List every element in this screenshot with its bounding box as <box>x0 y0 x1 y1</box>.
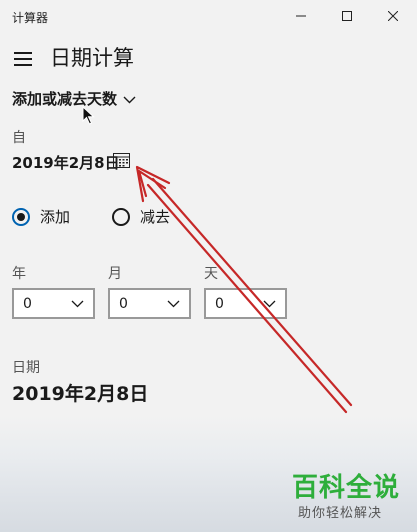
radio-selected-indicator <box>12 207 30 226</box>
add-radio-label: 添加 <box>40 208 71 226</box>
calculation-mode-dropdown[interactable]: 添加或减去天数 <box>12 88 136 109</box>
minimize-icon <box>296 15 306 17</box>
subtract-radio-button[interactable]: 减去 <box>112 206 170 227</box>
years-value: 0 <box>23 295 32 312</box>
hamburger-menu-icon[interactable] <box>14 52 32 66</box>
page-title: 日期计算 <box>50 46 134 70</box>
close-icon <box>388 11 398 21</box>
months-dropdown[interactable]: 0 <box>108 288 191 319</box>
years-label: 年 <box>12 266 26 282</box>
months-label: 月 <box>108 266 122 282</box>
days-value: 0 <box>215 295 224 312</box>
maximize-button[interactable] <box>324 0 370 32</box>
chevron-down-icon <box>167 300 180 307</box>
watermark-subtitle: 助你轻松解决 <box>298 506 383 521</box>
app-title: 计算器 <box>12 11 49 25</box>
days-dropdown[interactable]: 0 <box>204 288 287 319</box>
watermark-logo: 百科全说 助你轻松解决 <box>284 466 409 524</box>
radio-unselected-indicator <box>112 207 130 226</box>
watermark-title: 百科全说 <box>292 473 401 503</box>
add-radio-button[interactable]: 添加 <box>12 206 70 227</box>
title-bar: 计算器 <box>0 0 417 32</box>
subtract-radio-label: 减去 <box>140 208 171 226</box>
calendar-icon[interactable] <box>113 153 130 168</box>
maximize-icon <box>342 11 352 21</box>
from-date-label: 自 <box>12 130 26 146</box>
years-dropdown[interactable]: 0 <box>12 288 95 319</box>
result-label: 日期 <box>12 360 40 376</box>
days-label: 天 <box>204 266 218 282</box>
months-value: 0 <box>119 295 128 312</box>
minimize-button[interactable] <box>278 0 324 32</box>
chevron-down-icon <box>263 300 276 307</box>
mouse-cursor-icon <box>82 106 95 125</box>
close-button[interactable] <box>370 0 416 32</box>
mode-label: 添加或减去天数 <box>12 90 118 108</box>
chevron-down-icon <box>71 300 84 307</box>
result-date-value: 2019年2月8日 <box>12 383 149 405</box>
chevron-down-icon <box>123 96 136 103</box>
from-date-value[interactable]: 2019年2月8日 <box>12 152 120 173</box>
